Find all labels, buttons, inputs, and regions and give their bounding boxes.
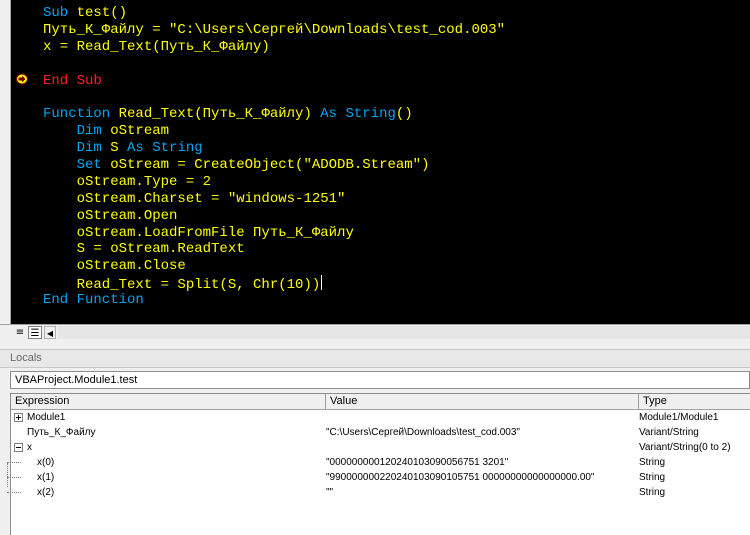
locals-context[interactable]: VBAProject.Module1.test [10, 371, 750, 389]
locals-grid-header: Expression Value Type [11, 394, 750, 410]
locals-row-x2[interactable]: x(2) "" String [11, 485, 750, 500]
code-token: As String [127, 140, 203, 157]
code-token: As String [320, 106, 396, 123]
code-token: End Sub [43, 72, 102, 89]
code-token: Путь_К_Файлу = "C:\Users\Сергей\Download… [43, 21, 506, 38]
code-line[interactable] [43, 56, 505, 73]
column-header-value[interactable]: Value [326, 394, 639, 409]
code-line[interactable]: Set oStream = CreateObject("ADODB.Stream… [43, 157, 505, 174]
expression-cell: x(0) [37, 457, 55, 468]
code-token: oStream.Open [43, 207, 178, 224]
code-token: oStream [110, 123, 170, 140]
locals-title-text: Locals [10, 352, 42, 364]
code-token: () [395, 106, 413, 123]
column-header-expression[interactable]: Expression [11, 394, 326, 409]
code-line[interactable]: Dim oStream [43, 123, 505, 140]
value-cell[interactable]: "C:\Users\Сергей\Downloads\test_cod.003" [326, 425, 520, 440]
code-line[interactable]: End Function [43, 292, 505, 309]
locals-row-x[interactable]: x Variant/String(0 to 2) [11, 440, 750, 455]
locals-row-x1[interactable]: x(1) "990000000220240103090105751 000000… [11, 470, 750, 485]
type-cell: String [639, 457, 666, 468]
expression-cell: Module1 [27, 412, 66, 423]
code-bottom-bar: ≡ ☰ ◀ [0, 324, 750, 342]
column-header-type[interactable]: Type [639, 394, 750, 409]
type-cell: String [639, 487, 666, 498]
code-line[interactable]: Sub test() [43, 5, 505, 22]
code-token: x = Read_Text(Путь_К_Файлу) [43, 38, 270, 55]
code-line[interactable]: x = Read_Text(Путь_К_Файлу) [43, 39, 505, 56]
code-text[interactable]: Sub test() Путь_К_Файлу = "C:\Users\Серге… [43, 5, 505, 309]
code-token: Read_Text(Путь_К_Файлу) [118, 106, 321, 123]
code-line[interactable]: Read_Text = Split(S, Chr(10)) [43, 275, 505, 294]
procedure-view-button[interactable]: ≡ [13, 326, 27, 339]
code-token: oStream.LoadFromFile Путь_К_Файлу [43, 224, 354, 241]
type-cell: String [639, 472, 666, 483]
locals-row-x0[interactable]: x(0) "000000000120240103090056751 3201" … [11, 455, 750, 470]
code-line[interactable]: S = oStream.ReadText [43, 241, 505, 258]
code-token: End Function [43, 292, 144, 309]
execution-pointer-icon [16, 73, 28, 85]
code-token: Sub [43, 5, 77, 21]
code-token: Function [43, 106, 119, 123]
code-line[interactable]: oStream.Open [43, 208, 505, 225]
code-line[interactable]: oStream.Charset = "windows-1251" [43, 191, 505, 208]
code-token: Read_Text = Split(S, Chr(10)) [43, 277, 321, 294]
locals-window-title: Locals [0, 349, 750, 368]
code-line[interactable]: Путь_К_Файлу = "C:\Users\Сергей\Download… [43, 22, 505, 39]
type-cell: Variant/String [639, 427, 699, 438]
code-token: oStream.Charset = "windows-1251" [43, 190, 346, 207]
code-token: Set [76, 157, 111, 174]
locals-context-text: VBAProject.Module1.test [15, 374, 138, 386]
tree-connector [7, 492, 21, 493]
tree-connector [7, 477, 21, 478]
code-token: S [110, 140, 128, 157]
margin-indicator-bar[interactable] [0, 0, 11, 324]
collapse-minus-icon[interactable] [14, 443, 23, 452]
expression-cell: x(1) [37, 472, 55, 483]
code-line[interactable]: oStream.LoadFromFile Путь_К_Файлу [43, 225, 505, 242]
code-line[interactable]: oStream.Close [43, 258, 505, 275]
expand-plus-icon[interactable] [14, 413, 23, 422]
horizontal-scrollbar[interactable] [58, 326, 750, 339]
code-line[interactable]: Function Read_Text(Путь_К_Файлу) As Stri… [43, 106, 505, 123]
type-cell: Variant/String(0 to 2) [639, 442, 731, 453]
code-token: oStream = CreateObject("ADODB.Stream") [110, 157, 430, 174]
type-cell: Module1/Module1 [639, 412, 719, 423]
locals-row-path[interactable]: Путь_К_Файлу "C:\Users\Сергей\Downloads\… [11, 425, 750, 440]
expression-cell: Путь_К_Файлу [27, 427, 96, 438]
code-token: oStream.Type = 2 [43, 173, 212, 190]
locals-grid: Expression Value Type Module1 Module1/Mo… [10, 393, 750, 535]
code-line[interactable]: End Sub [43, 73, 505, 90]
tree-connector [7, 463, 8, 487]
code-line[interactable] [43, 89, 505, 106]
code-token: Dim [76, 140, 111, 157]
code-line[interactable]: oStream.Type = 2 [43, 174, 505, 191]
code-editor[interactable]: Sub test() Путь_К_Файлу = "C:\Users\Серге… [11, 0, 750, 324]
expression-cell: x [27, 442, 32, 453]
scroll-left-arrow-icon[interactable]: ◀ [44, 326, 56, 339]
value-cell[interactable]: "" [326, 485, 333, 500]
value-cell[interactable]: "000000000120240103090056751 3201" [326, 455, 508, 470]
code-token: test() [76, 5, 128, 21]
code-token: S = oStream.ReadText [43, 241, 245, 258]
full-module-view-button[interactable]: ☰ [28, 326, 42, 339]
code-line[interactable]: Dim S As String [43, 140, 505, 157]
tree-connector [7, 462, 21, 463]
code-token: Dim [76, 123, 111, 140]
code-token: oStream.Close [43, 258, 186, 275]
expression-cell: x(2) [37, 487, 55, 498]
text-cursor [321, 275, 323, 291]
value-cell[interactable]: "990000000220240103090105751 00000000000… [326, 470, 595, 485]
code-window: Sub test() Путь_К_Файлу = "C:\Users\Серге… [0, 0, 750, 342]
locals-row-module1[interactable]: Module1 Module1/Module1 [11, 410, 750, 425]
